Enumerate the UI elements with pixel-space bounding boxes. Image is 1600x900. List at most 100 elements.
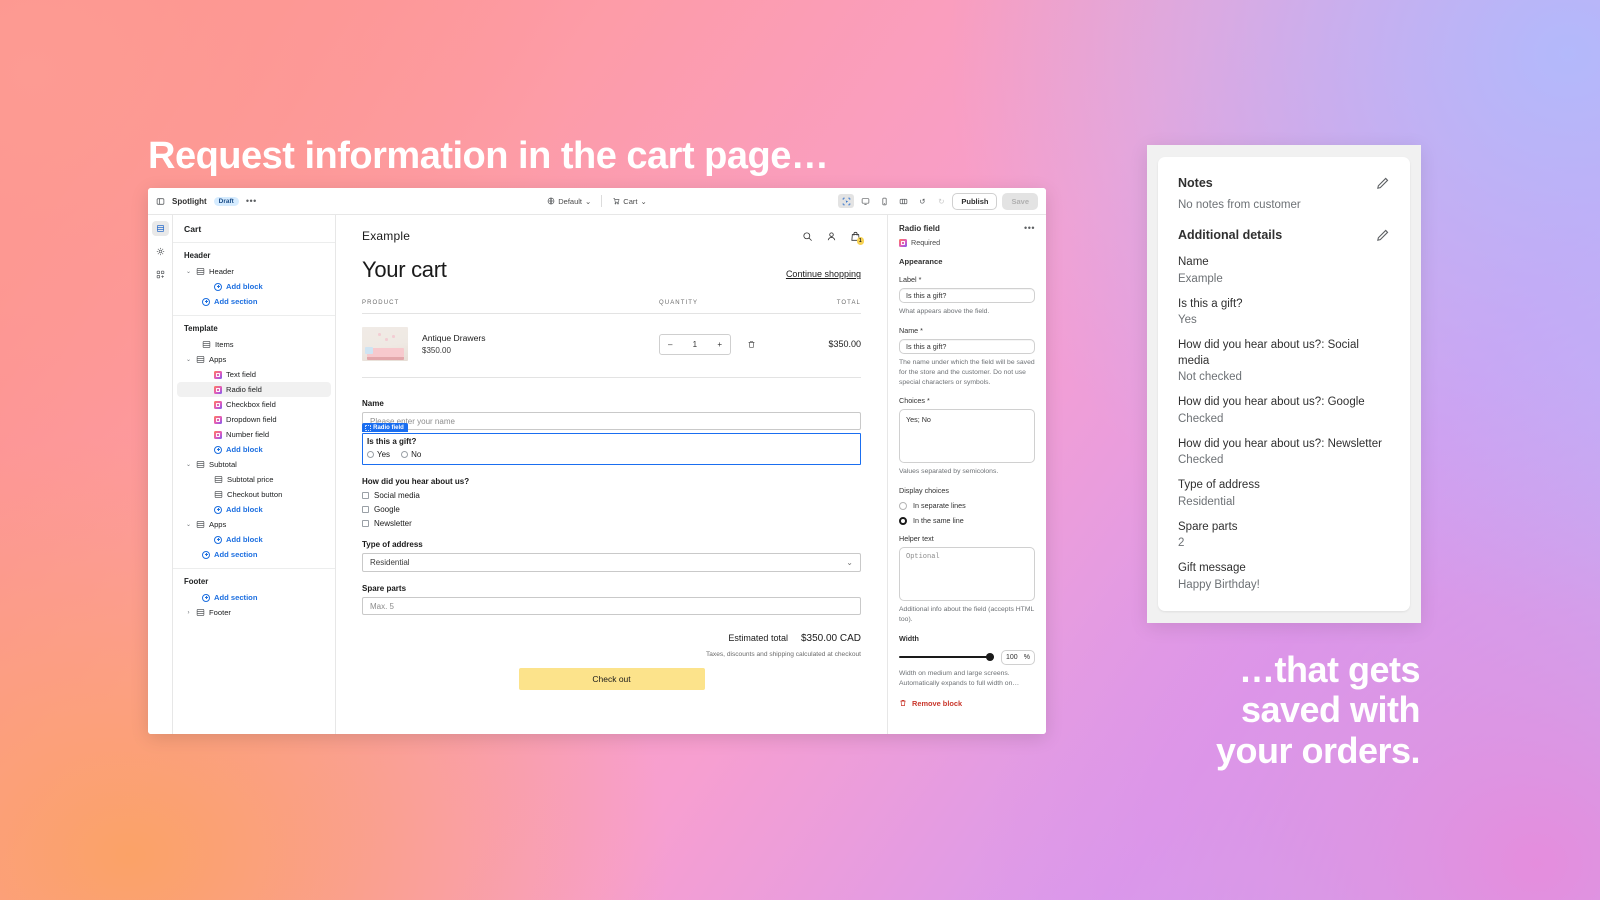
tree-item-number-field[interactable]: Number field <box>177 427 331 442</box>
tree-item-add-block[interactable]: Add block <box>177 532 331 547</box>
headline-bottom: …that gets saved with your orders. <box>1216 649 1421 771</box>
redo-icon[interactable]: ↻ <box>933 194 949 208</box>
gift-option-yes[interactable]: Yes <box>367 450 390 459</box>
edit-details-pencil-icon[interactable] <box>1375 228 1390 243</box>
quantity-value[interactable]: 1 <box>693 340 697 349</box>
tree-item-dropdown-field[interactable]: Dropdown field <box>177 412 331 427</box>
continue-shopping-link[interactable]: Continue shopping <box>786 269 861 279</box>
chevron-icon[interactable]: ⌄ <box>185 356 192 363</box>
name-setting-input[interactable]: Is this a gift? <box>899 338 1035 354</box>
address-type-select[interactable]: Residential ⌄ <box>362 553 861 572</box>
fullwidth-icon[interactable] <box>895 194 911 208</box>
spare-parts-label: Spare parts <box>362 584 407 593</box>
tree-group: Header ⌄ Header Add block Add section <box>173 243 335 316</box>
detail-label: Name <box>1178 256 1209 268</box>
detail-value: Yes <box>1178 314 1197 327</box>
search-icon[interactable] <box>802 231 813 242</box>
quantity-stepper[interactable]: – 1 + <box>659 333 731 355</box>
tree-item-add-section[interactable]: Add section <box>177 547 331 562</box>
account-icon[interactable] <box>826 231 837 242</box>
spare-parts-input[interactable]: Max. 5 <box>362 597 861 615</box>
check-out-button[interactable]: Check out <box>518 668 705 690</box>
status-badge: Draft <box>213 196 239 206</box>
tree-item-apps[interactable]: ⌄ Apps <box>177 517 331 532</box>
quantity-increase-button[interactable]: + <box>717 340 722 349</box>
required-label: Required <box>911 238 941 247</box>
section-icon <box>196 460 205 469</box>
choices-help: Values separated by semicolons. <box>899 468 999 476</box>
cart-bag-icon[interactable]: 1 <box>850 231 864 245</box>
tree-item-footer[interactable]: › Footer <box>177 605 331 620</box>
tree-item-text-field[interactable]: Text field <box>177 367 331 382</box>
headline-bottom-line1: …that gets <box>1238 649 1421 690</box>
detail-label: Type of address <box>1178 479 1260 492</box>
settings-more-button[interactable]: ••• <box>1024 223 1035 233</box>
detail-value: 2 <box>1178 537 1185 550</box>
tree-item-add-section[interactable]: Add section <box>177 590 331 605</box>
quantity-decrease-button[interactable]: – <box>668 340 672 349</box>
hear-option-social-media[interactable]: Social media <box>362 491 861 500</box>
edit-notes-pencil-icon[interactable] <box>1375 176 1390 191</box>
tree-item-add-section[interactable]: Add section <box>177 294 331 309</box>
chevron-icon[interactable]: ⌄ <box>185 461 192 468</box>
more-menu-button[interactable]: ••• <box>246 196 257 206</box>
tree-item-subtotal-price[interactable]: Subtotal price <box>177 472 331 487</box>
page-title: Your cart <box>362 257 447 282</box>
mobile-icon[interactable] <box>876 194 892 208</box>
remove-block-button[interactable]: Remove block <box>899 699 1035 708</box>
app-badge-icon <box>899 238 907 247</box>
display-option-separate-lines[interactable]: In separate lines <box>899 501 1035 510</box>
page-selector[interactable]: Cart ⌄ <box>612 197 647 206</box>
tree-item-radio-field[interactable]: Radio field <box>177 382 331 397</box>
back-arrow-icon[interactable] <box>156 197 165 206</box>
label-field-input[interactable]: Is this a gift? <box>899 288 1035 303</box>
gift-option-no-label: No <box>411 450 422 459</box>
width-unit: % <box>1023 653 1030 661</box>
section-icon <box>196 267 205 276</box>
tree-item-label: Footer <box>209 608 231 617</box>
tree-item-label: Subtotal price <box>227 475 274 484</box>
apps-icon[interactable] <box>152 267 169 282</box>
order-notes-panel: Notes No notes from customer Additional … <box>1147 145 1421 623</box>
tree-item-label: Add block <box>226 505 263 514</box>
sections-tree-sidebar[interactable]: Cart Header ⌄ Header Add block Add section Te… <box>173 215 336 734</box>
display-option-same-line[interactable]: In the same line <box>899 516 1035 525</box>
tree-item-checkout-button[interactable]: Checkout button <box>177 487 331 502</box>
remove-block-label: Remove block <box>912 698 963 708</box>
width-slider[interactable] <box>899 653 994 662</box>
notes-empty-text: No notes from customer <box>1178 199 1301 211</box>
selected-radio-block[interactable]: Radio field Is this a gift? Yes No <box>361 423 861 465</box>
tree-item-header[interactable]: ⌄ Header <box>177 264 331 279</box>
helper-text-textarea[interactable]: Optional <box>899 547 1035 602</box>
tree-item-subtotal[interactable]: ⌄ Subtotal <box>177 457 331 472</box>
remove-item-trash-icon[interactable] <box>747 340 756 349</box>
plus-circle-icon <box>214 505 222 514</box>
save-button[interactable]: Save <box>1002 192 1038 210</box>
desktop-icon[interactable] <box>857 194 873 208</box>
publish-button[interactable]: Publish <box>952 192 998 210</box>
tree-item-items[interactable]: Items <box>177 337 331 352</box>
gift-option-no[interactable]: No <box>401 450 421 459</box>
width-value-input[interactable]: 100 % <box>1001 649 1035 665</box>
name-input[interactable]: Please enter your name <box>362 412 861 430</box>
hear-option-newsletter[interactable]: Newsletter <box>362 519 861 528</box>
sections-icon[interactable] <box>151 221 169 236</box>
choices-textarea[interactable]: Yes; No <box>899 409 1035 464</box>
inspect-cursor-icon[interactable] <box>838 194 855 208</box>
tree-item-apps[interactable]: ⌄ Apps <box>177 352 331 367</box>
undo-icon[interactable]: ↺ <box>914 194 930 208</box>
tree-item-checkbox-field[interactable]: Checkbox field <box>177 397 331 412</box>
theme-selector-label: Default <box>558 196 582 206</box>
chevron-icon[interactable]: › <box>185 610 192 616</box>
tree-item-add-block[interactable]: Add block <box>177 442 331 457</box>
tree-item-add-block[interactable]: Add block <box>177 279 331 294</box>
chevron-icon[interactable]: ⌄ <box>185 521 192 528</box>
tree-item-label: Items <box>215 340 234 349</box>
theme-selector[interactable]: Default ⌄ <box>547 197 591 206</box>
settings-gear-icon[interactable] <box>152 244 169 259</box>
tree-item-add-block[interactable]: Add block <box>177 502 331 517</box>
slider-knob[interactable] <box>986 653 994 662</box>
chevron-icon[interactable]: ⌄ <box>185 268 192 275</box>
hear-option-google[interactable]: Google <box>362 505 861 514</box>
product-name[interactable]: Antique Drawers <box>422 333 659 343</box>
